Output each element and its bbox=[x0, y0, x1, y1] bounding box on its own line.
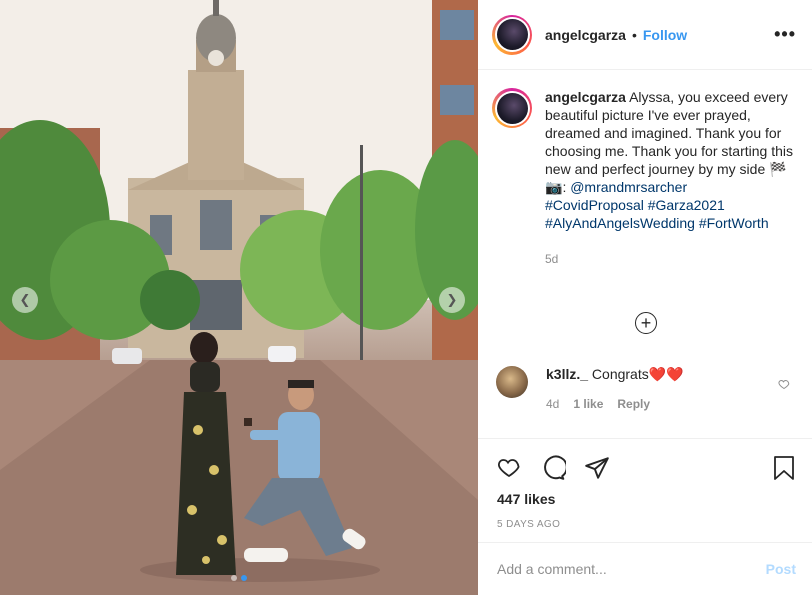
caption-avatar[interactable] bbox=[492, 88, 532, 128]
separator: • bbox=[631, 26, 637, 43]
comment-body: k3llz._ Congrats❤️❤️ 4d 1 like Reply bbox=[546, 366, 684, 411]
comment-text: Congrats bbox=[591, 366, 649, 382]
camera-emoji: 📷 bbox=[545, 179, 563, 195]
proposal-photo-scene bbox=[0, 0, 478, 595]
carousel-dots bbox=[0, 575, 478, 581]
chevron-right-icon[interactable]: ❯ bbox=[439, 287, 465, 313]
comment-input[interactable] bbox=[497, 561, 766, 577]
photo-credit-prefix: : bbox=[562, 179, 567, 195]
follow-button[interactable]: Follow bbox=[643, 27, 687, 43]
commenter-avatar[interactable] bbox=[496, 366, 528, 398]
comment-item: k3llz._ Congrats❤️❤️ 4d 1 like Reply bbox=[496, 366, 790, 411]
comment-time: 4d bbox=[546, 397, 560, 411]
post-photo[interactable]: ❮ ❯ bbox=[0, 0, 478, 595]
bookmark-icon[interactable] bbox=[772, 455, 796, 481]
plus-circle-icon[interactable]: + bbox=[635, 312, 657, 334]
caption-age: 5d bbox=[545, 252, 559, 266]
comment-emoji: ❤️❤️ bbox=[648, 366, 684, 382]
post-header: angelcgarza • Follow ••• bbox=[478, 0, 812, 70]
username-link[interactable]: angelcgarza bbox=[545, 27, 626, 43]
add-comment-bar: Post bbox=[478, 542, 812, 595]
comment-likes[interactable]: 1 like bbox=[573, 397, 603, 411]
comment-icon[interactable] bbox=[540, 455, 566, 481]
commenter-username[interactable]: k3llz._ bbox=[546, 366, 588, 382]
avatar[interactable] bbox=[492, 14, 532, 55]
comment-like-heart-icon[interactable] bbox=[778, 378, 790, 390]
hashtags-line-1[interactable]: #CovidProposal #Garza2021 bbox=[545, 196, 795, 214]
comment-reply-button[interactable]: Reply bbox=[617, 397, 650, 411]
post-side-panel: angelcgarza • Follow ••• angelcgarza Aly… bbox=[478, 0, 812, 595]
caption-username[interactable]: angelcgarza bbox=[545, 89, 626, 105]
chevron-left-icon[interactable]: ❮ bbox=[12, 287, 38, 313]
more-icon[interactable]: ••• bbox=[774, 24, 796, 45]
caption-body: angelcgarza Alyssa, you exceed every bea… bbox=[545, 88, 795, 268]
share-icon[interactable] bbox=[584, 455, 610, 481]
caption-emoji: 🏁 bbox=[769, 161, 787, 177]
hashtags-line-2[interactable]: #AlyAndAngelsWedding #FortWorth bbox=[545, 214, 795, 232]
carousel-dot-active bbox=[241, 575, 247, 581]
heart-icon[interactable] bbox=[496, 455, 522, 479]
caption: angelcgarza Alyssa, you exceed every bea… bbox=[492, 88, 798, 268]
comment-meta: 4d 1 like Reply bbox=[546, 397, 684, 411]
posted-time[interactable]: 5 DAYS AGO bbox=[497, 519, 560, 530]
mention-link[interactable]: @mrandmrsarcher bbox=[570, 179, 687, 195]
post-comment-button[interactable]: Post bbox=[766, 561, 796, 577]
likes-count[interactable]: 447 likes bbox=[497, 491, 555, 507]
carousel-dot bbox=[231, 575, 237, 581]
